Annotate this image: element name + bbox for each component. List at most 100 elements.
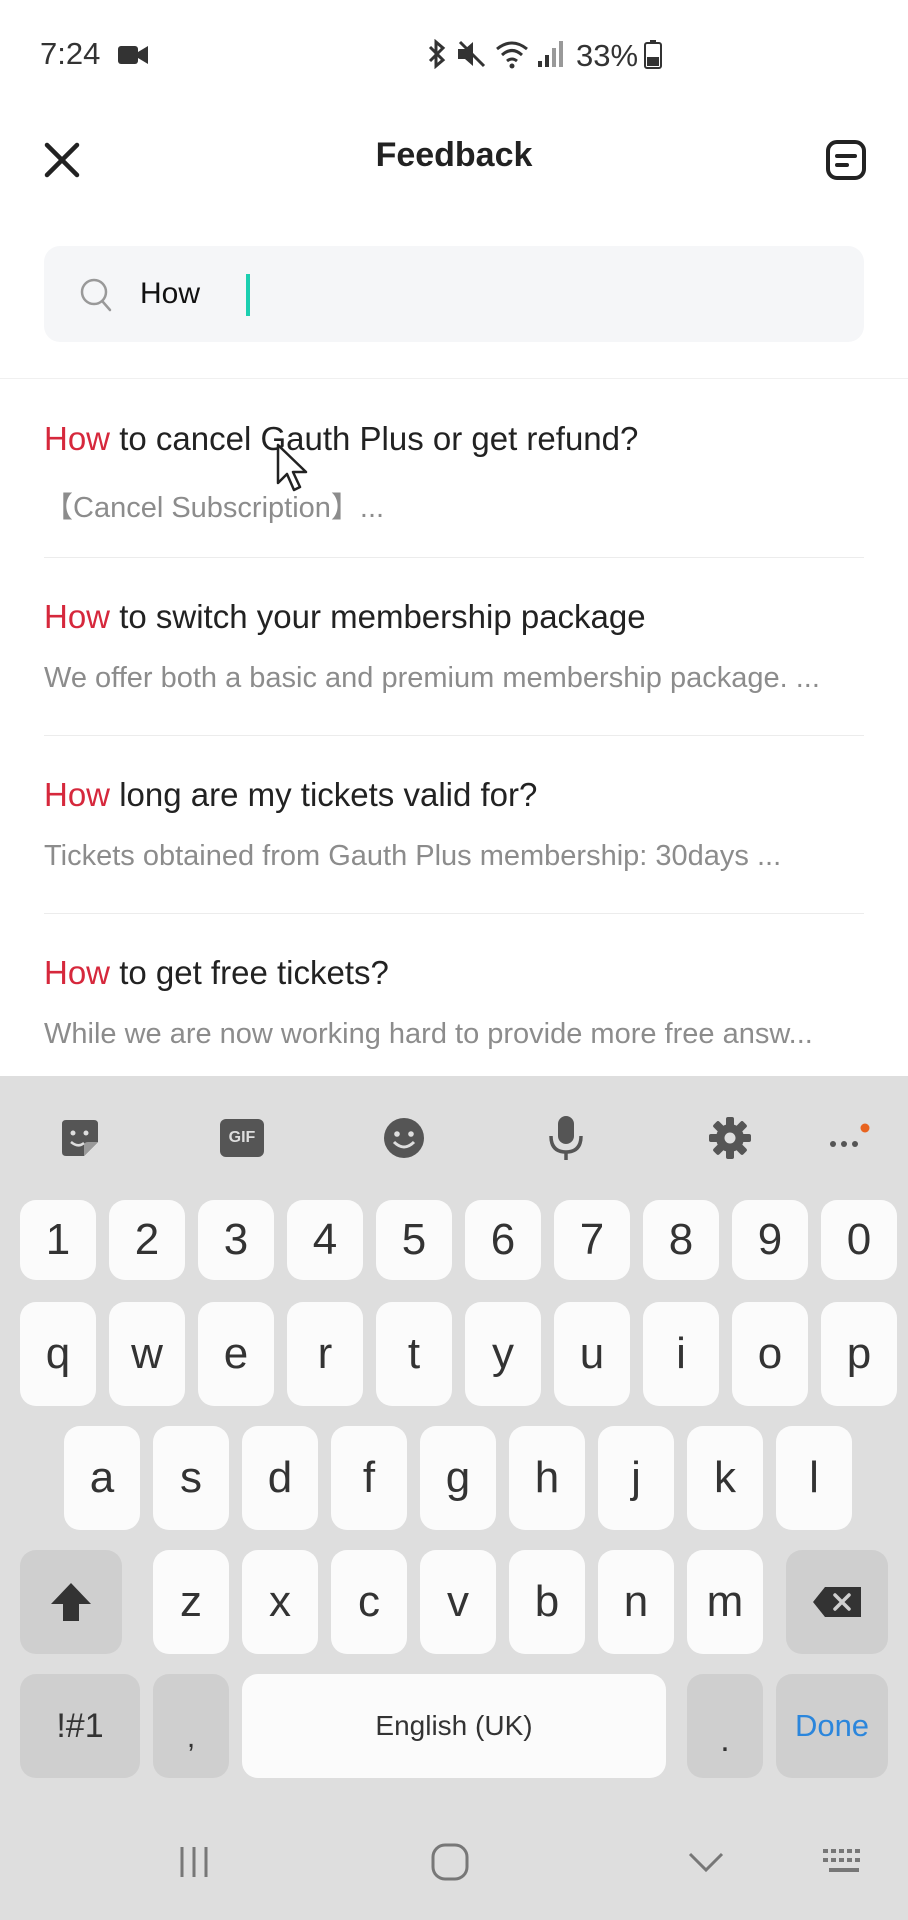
- key-c[interactable]: c: [331, 1550, 407, 1654]
- status-time: 7:24: [40, 36, 101, 71]
- result-item[interactable]: How to get free tickets? While we are no…: [44, 914, 864, 1092]
- key-v[interactable]: v: [420, 1550, 496, 1654]
- search-results-list: How to cancel Gauth Plus or get refund? …: [44, 380, 864, 1092]
- key-7[interactable]: 7: [554, 1200, 630, 1280]
- microphone-icon: [549, 1116, 583, 1160]
- key-u[interactable]: u: [554, 1302, 630, 1406]
- home-button[interactable]: [420, 1832, 480, 1892]
- key-2[interactable]: 2: [109, 1200, 185, 1280]
- search-input[interactable]: [140, 268, 820, 320]
- result-snippet: We offer both a basic and premium member…: [44, 662, 820, 694]
- keyboard-toolbar: GIF: [0, 1076, 908, 1198]
- key-l[interactable]: l: [776, 1426, 852, 1530]
- on-screen-keyboard: GIF 1 2 3 4 5 6 7 8 9 0 q w e r t y u i …: [0, 1076, 908, 1920]
- voice-input-button[interactable]: [536, 1112, 596, 1164]
- more-options-button[interactable]: [818, 1112, 878, 1164]
- key-o[interactable]: o: [732, 1302, 808, 1406]
- key-j[interactable]: j: [598, 1426, 674, 1530]
- result-title: How to switch your membership package: [44, 598, 646, 636]
- result-title-rest: to cancel Gauth Plus or get refund?: [110, 420, 639, 457]
- key-4[interactable]: 4: [287, 1200, 363, 1280]
- key-h[interactable]: h: [509, 1426, 585, 1530]
- signal-icon: [536, 39, 566, 74]
- key-n[interactable]: n: [598, 1550, 674, 1654]
- emoji-button[interactable]: [374, 1112, 434, 1164]
- sticker-button[interactable]: [50, 1112, 110, 1164]
- home-icon: [431, 1843, 469, 1881]
- key-g[interactable]: g: [420, 1426, 496, 1530]
- page-title: Feedback: [375, 136, 533, 174]
- key-x[interactable]: x: [242, 1550, 318, 1654]
- recent-apps-button[interactable]: [164, 1832, 224, 1892]
- wifi-icon: [494, 39, 530, 74]
- symbols-key[interactable]: !#1: [20, 1674, 140, 1778]
- gif-button[interactable]: GIF: [212, 1112, 272, 1164]
- result-title: How to get free tickets?: [44, 954, 389, 992]
- key-k[interactable]: k: [687, 1426, 763, 1530]
- key-b[interactable]: b: [509, 1550, 585, 1654]
- hide-keyboard-button[interactable]: [676, 1832, 736, 1892]
- key-1[interactable]: 1: [20, 1200, 96, 1280]
- text-caret: [246, 274, 250, 316]
- key-8[interactable]: 8: [643, 1200, 719, 1280]
- key-m[interactable]: m: [687, 1550, 763, 1654]
- recent-apps-icon: [180, 1847, 208, 1877]
- key-f[interactable]: f: [331, 1426, 407, 1530]
- result-item[interactable]: How to switch your membership package We…: [44, 558, 864, 736]
- done-key[interactable]: Done: [776, 1674, 888, 1778]
- chevron-down-icon: [688, 1852, 724, 1873]
- key-p[interactable]: p: [821, 1302, 897, 1406]
- result-title-highlight: How: [44, 776, 111, 813]
- result-item[interactable]: How to cancel Gauth Plus or get refund? …: [44, 380, 864, 558]
- emoji-icon: [384, 1118, 424, 1158]
- keyboard-settings-button[interactable]: [700, 1112, 760, 1164]
- space-key[interactable]: English (UK): [242, 1674, 666, 1778]
- shift-key[interactable]: [20, 1550, 122, 1654]
- document-icon: [826, 140, 866, 180]
- search-icon: [78, 276, 114, 319]
- key-w[interactable]: w: [109, 1302, 185, 1406]
- comma-key[interactable]: ,: [153, 1674, 229, 1778]
- status-bar: 7:24 33%: [0, 0, 908, 112]
- bluetooth-icon: [424, 38, 450, 74]
- backspace-key[interactable]: [786, 1550, 888, 1654]
- keyboard-icon: [823, 1849, 860, 1872]
- key-y[interactable]: y: [465, 1302, 541, 1406]
- key-e[interactable]: e: [198, 1302, 274, 1406]
- shift-arrow-icon: [51, 1583, 91, 1621]
- header: Feedback: [0, 112, 908, 208]
- keyboard-switch-button[interactable]: [814, 1832, 874, 1892]
- key-3[interactable]: 3: [198, 1200, 274, 1280]
- result-title-highlight: How: [44, 954, 111, 991]
- key-s[interactable]: s: [153, 1426, 229, 1530]
- period-key[interactable]: .: [687, 1674, 763, 1778]
- key-5[interactable]: 5: [376, 1200, 452, 1280]
- divider: [0, 378, 908, 379]
- mute-icon: [456, 39, 488, 74]
- search-box[interactable]: [44, 246, 864, 342]
- key-a[interactable]: a: [64, 1426, 140, 1530]
- result-title-rest: long are my tickets valid for?: [110, 776, 538, 813]
- mouse-pointer-icon: [276, 443, 312, 498]
- status-icons: 33%: [424, 38, 663, 74]
- key-t[interactable]: t: [376, 1302, 452, 1406]
- feedback-history-button[interactable]: [820, 134, 872, 186]
- system-navigation-bar: [0, 1806, 908, 1920]
- result-item[interactable]: How long are my tickets valid for? Ticke…: [44, 736, 864, 914]
- key-q[interactable]: q: [20, 1302, 96, 1406]
- key-i[interactable]: i: [643, 1302, 719, 1406]
- key-z[interactable]: z: [153, 1550, 229, 1654]
- video-camera-icon: [118, 44, 148, 71]
- backspace-icon: [813, 1587, 861, 1617]
- more-dots-icon: [830, 1123, 870, 1147]
- key-6[interactable]: 6: [465, 1200, 541, 1280]
- gear-icon: [709, 1117, 751, 1159]
- key-r[interactable]: r: [287, 1302, 363, 1406]
- key-0[interactable]: 0: [821, 1200, 897, 1280]
- key-9[interactable]: 9: [732, 1200, 808, 1280]
- result-snippet: While we are now working hard to provide…: [44, 1018, 813, 1050]
- gif-icon: GIF: [220, 1119, 264, 1157]
- battery-icon: [644, 39, 663, 74]
- result-title-highlight: How: [44, 420, 111, 457]
- key-d[interactable]: d: [242, 1426, 318, 1530]
